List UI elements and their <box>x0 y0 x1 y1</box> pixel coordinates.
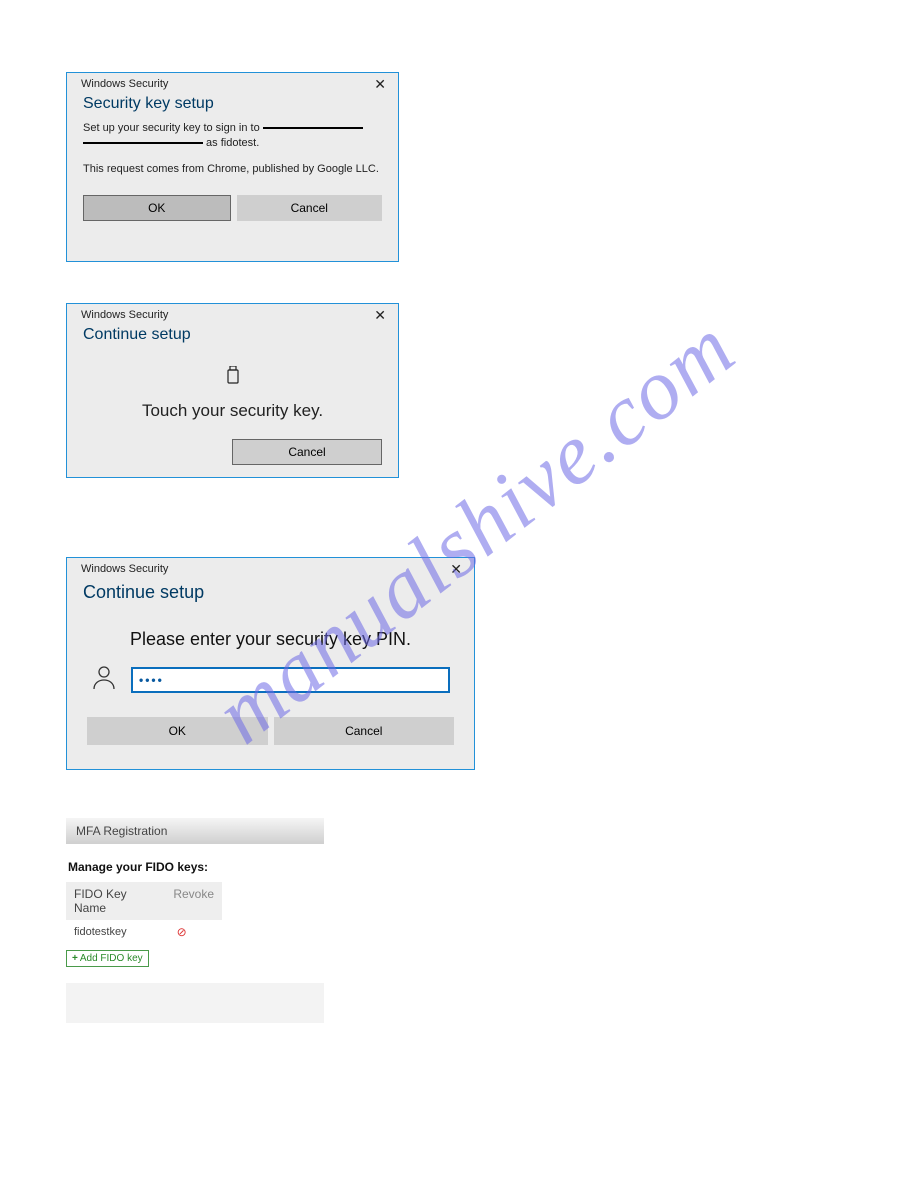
plus-icon: + <box>72 953 78 964</box>
redacted-text <box>83 142 203 144</box>
dialog-continue-setup-pin: Windows Security ✕ Continue setup Please… <box>66 557 475 770</box>
dialog1-subline: This request comes from Chrome, publishe… <box>83 162 382 177</box>
close-icon[interactable]: ✕ <box>446 562 466 576</box>
dialog3-heading: Continue setup <box>67 576 474 611</box>
column-revoke: Revoke <box>173 887 214 915</box>
table-row: fidotestkey ⊘ <box>66 920 324 944</box>
dialog3-titlebar-text: Windows Security <box>81 563 168 575</box>
dialog2-titlebar: Windows Security ✕ <box>67 304 398 322</box>
mfa-bottom-spacer <box>66 983 324 1023</box>
dialog3-message: Please enter your security key PIN. <box>67 629 474 650</box>
fido-key-name-cell: fidotestkey <box>74 926 127 938</box>
dialog1-titlebar: Windows Security ✕ <box>67 73 398 91</box>
redacted-text <box>263 127 363 129</box>
dialog2-heading: Continue setup <box>67 322 398 352</box>
ok-button[interactable]: OK <box>87 717 268 745</box>
column-fido-key-name: FIDO Key Name <box>74 887 149 915</box>
pin-entry-row <box>67 664 474 695</box>
revoke-icon[interactable]: ⊘ <box>177 925 187 939</box>
dialog1-line-tail: as fidotest. <box>203 137 259 149</box>
dialog3-titlebar: Windows Security ✕ <box>67 558 474 576</box>
dialog2-message: Touch your security key. <box>67 401 398 421</box>
pin-input[interactable] <box>131 667 450 693</box>
dialog1-button-row: OK Cancel <box>67 195 398 235</box>
cancel-button[interactable]: Cancel <box>237 195 383 221</box>
close-icon[interactable]: ✕ <box>370 77 390 91</box>
close-icon[interactable]: ✕ <box>370 308 390 322</box>
cancel-button[interactable]: Cancel <box>232 439 382 465</box>
dialog-security-key-setup: Windows Security ✕ Security key setup Se… <box>66 72 399 262</box>
dialog1-titlebar-text: Windows Security <box>81 78 168 90</box>
ok-button[interactable]: OK <box>83 195 231 221</box>
dialog1-line-pre: Set up your security key to sign in to <box>83 122 263 134</box>
add-fido-key-button[interactable]: + Add FIDO key <box>66 950 149 967</box>
dialog2-button-row: Cancel <box>67 439 398 479</box>
add-fido-key-label: Add FIDO key <box>80 953 143 964</box>
dialog1-body: Set up your security key to sign in to a… <box>67 121 398 177</box>
mfa-subtitle: Manage your FIDO keys: <box>66 844 324 882</box>
mfa-table-header: FIDO Key Name Revoke <box>66 882 222 920</box>
person-icon <box>91 664 117 695</box>
usb-key-icon <box>67 366 398 389</box>
mfa-header: MFA Registration <box>66 818 324 844</box>
dialog2-titlebar-text: Windows Security <box>81 309 168 321</box>
mfa-registration-panel: MFA Registration Manage your FIDO keys: … <box>66 818 324 1023</box>
dialog-continue-setup-touch: Windows Security ✕ Continue setup Touch … <box>66 303 399 478</box>
cancel-button[interactable]: Cancel <box>274 717 455 745</box>
dialog1-heading: Security key setup <box>67 91 398 121</box>
dialog3-button-row: OK Cancel <box>67 717 474 761</box>
